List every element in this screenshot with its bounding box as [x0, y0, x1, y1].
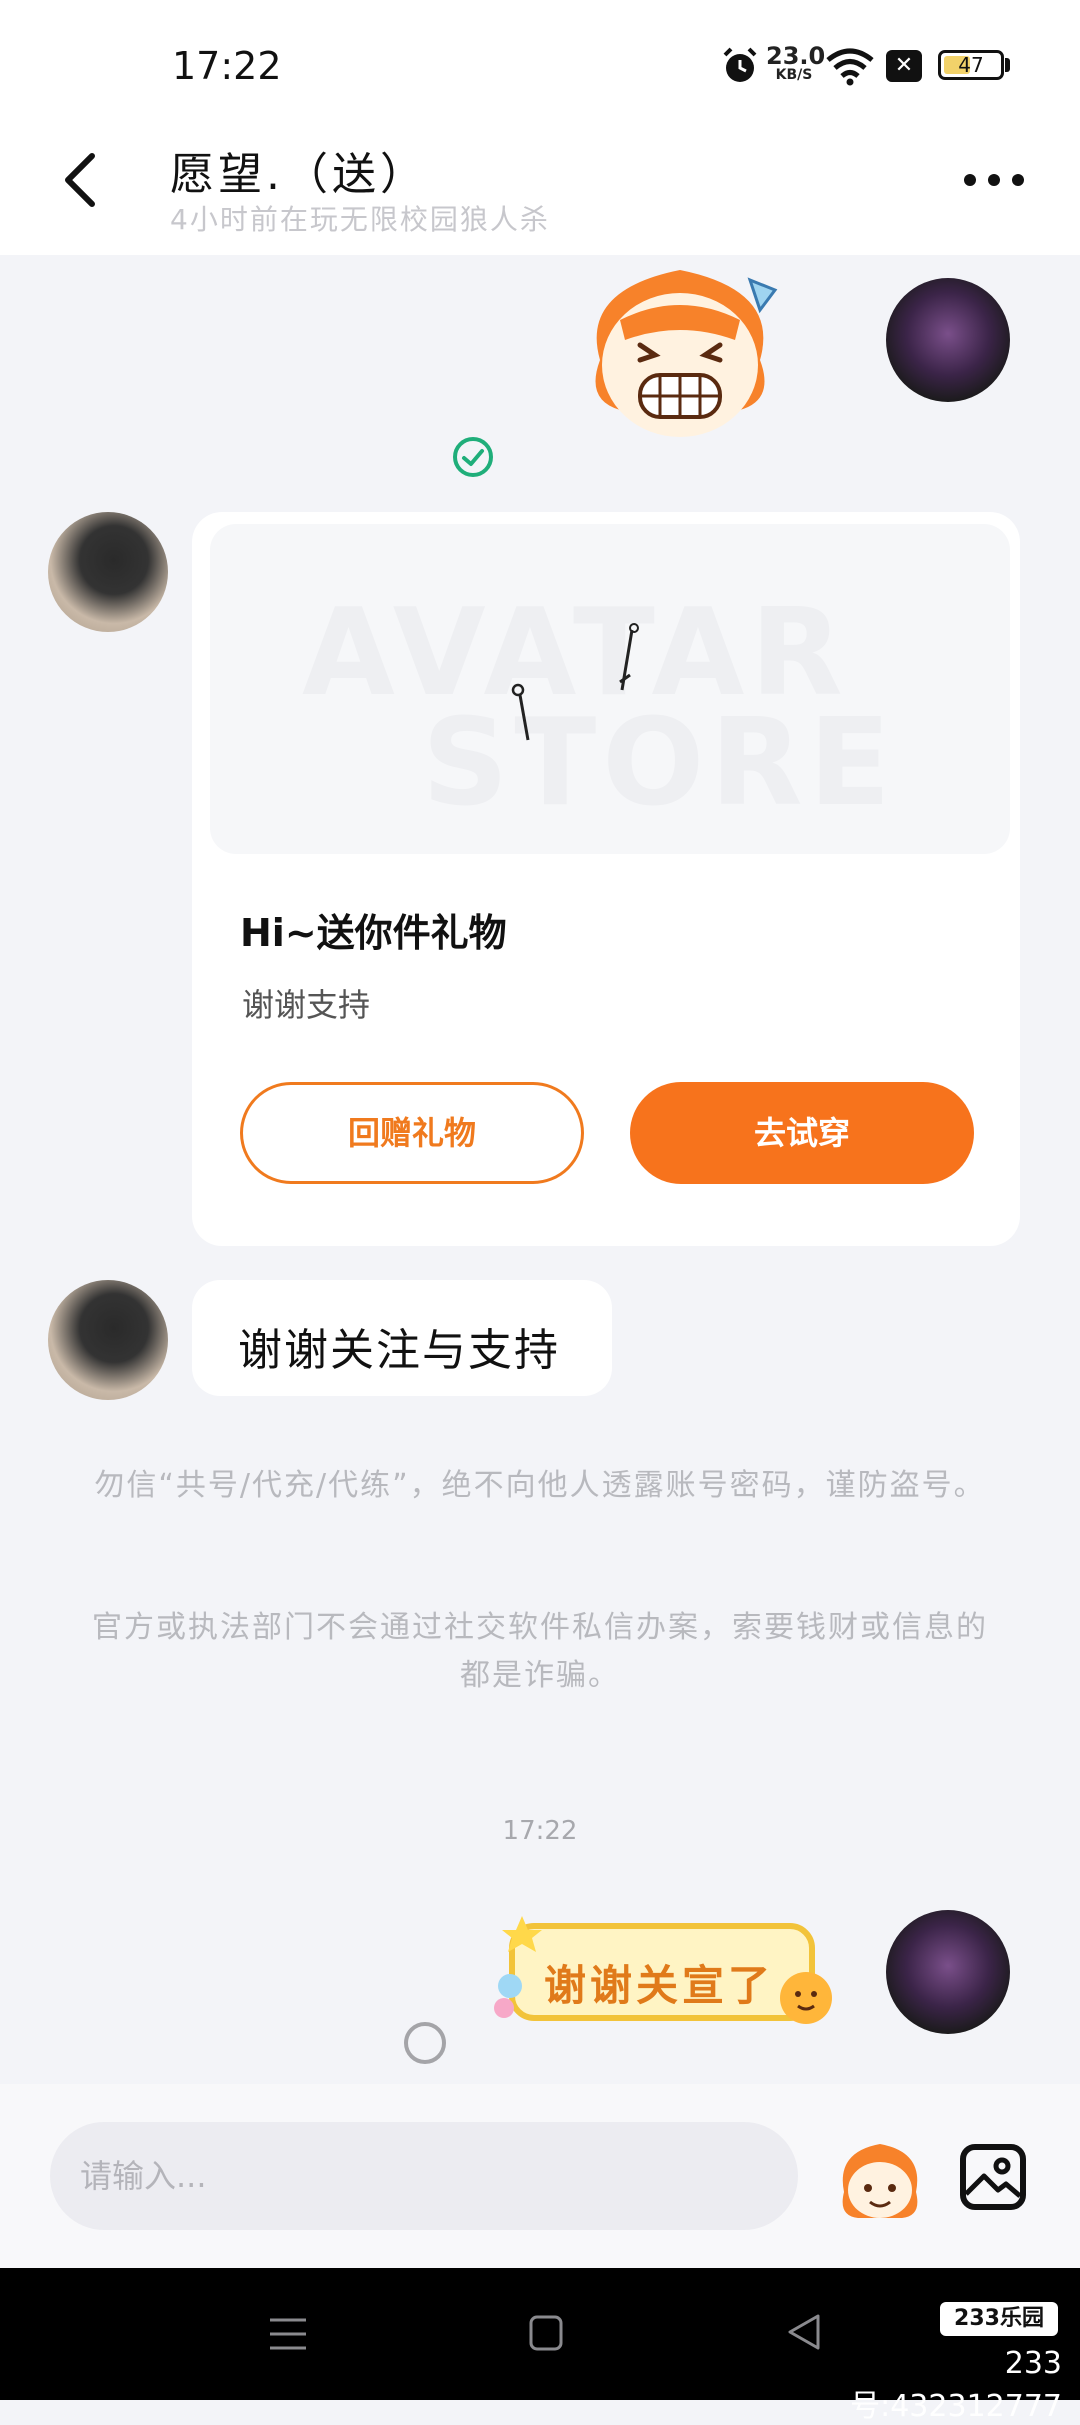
fraud-notice: 官方或执法部门不会通过社交软件私信办案，索要钱财或信息的都是诈骗。 — [92, 1610, 988, 1693]
self-avatar[interactable] — [886, 278, 1010, 402]
sim-off-icon: ✕ — [886, 50, 922, 82]
contact-avatar[interactable] — [48, 1280, 168, 1400]
return-gift-button[interactable]: 回赠礼物 — [240, 1082, 584, 1184]
nav-home-icon[interactable] — [528, 2314, 564, 2352]
gift-image[interactable]: AVATAR STORE — [210, 524, 1010, 854]
net-speed: 23.0 KB/S — [766, 42, 826, 83]
battery-icon: 47 — [938, 50, 1004, 80]
net-speed-value: 23.0 — [766, 42, 826, 70]
nav-menu-icon[interactable] — [268, 2316, 308, 2352]
net-speed-unit: KB/S — [775, 67, 813, 83]
battery-level: 47 — [958, 53, 984, 77]
contact-status: 4小时前在玩无限校园狼人杀 — [170, 203, 550, 236]
contact-name: 愿望.（送） — [170, 149, 428, 200]
watermark-id: 233号:432312777 — [850, 2346, 1062, 2424]
try-on-button[interactable]: 去试穿 — [630, 1082, 974, 1184]
sticker-text: 谢谢关宣了 — [544, 1961, 775, 2010]
back-arrow-icon[interactable] — [60, 150, 100, 210]
gift-subtitle: 谢谢支持 — [242, 986, 371, 1024]
gift-title: Hi~送你件礼物 — [240, 911, 507, 955]
sending-indicator — [404, 2022, 446, 2064]
message-input[interactable] — [50, 2122, 798, 2230]
contact-avatar[interactable] — [48, 512, 168, 632]
wifi-icon — [826, 48, 874, 86]
emoji-icon[interactable] — [830, 2132, 930, 2232]
check-icon — [453, 437, 493, 477]
watermark-logo: 233乐园 — [940, 2302, 1058, 2336]
image-icon[interactable] — [958, 2142, 1028, 2212]
alarm-icon — [723, 47, 757, 82]
self-avatar[interactable] — [886, 1910, 1010, 2034]
status-time: 17:22 — [172, 44, 282, 88]
sent-sticker-grin[interactable] — [560, 250, 800, 450]
earring-item-icon — [511, 623, 639, 741]
battery-cap — [1005, 58, 1010, 72]
message-text: 谢谢关注与支持 — [238, 1325, 560, 1376]
security-notice: 勿信“共号/代充/代练”，绝不向他人透露账号密码，谨防盗号。 — [94, 1468, 986, 1503]
message-timestamp: 17:22 — [502, 1816, 578, 1846]
more-icon[interactable] — [962, 168, 1026, 192]
